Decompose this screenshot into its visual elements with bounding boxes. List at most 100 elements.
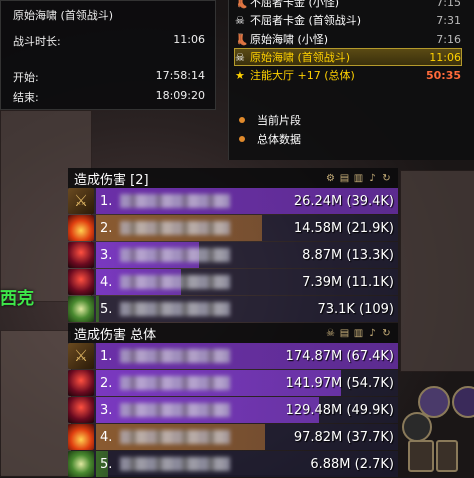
start-value: 17:58:14: [155, 69, 205, 82]
settings-icon[interactable]: ⚙: [325, 173, 336, 184]
encounter-title: 原始海啸 (首领战斗): [13, 9, 114, 22]
rank-number: 4.: [100, 429, 113, 445]
rank-number: 4.: [100, 274, 113, 290]
player-name-blurred: [120, 376, 230, 390]
class-spec-icon: [68, 424, 94, 450]
meter-rows: 1. 174.87M (67.4K) 2. 141.97M (54.7K) 3. 129.…: [68, 343, 398, 477]
player-name-blurred: [120, 349, 230, 363]
meter-toolbar: ⚙ ▤ ▥ ♪ ↻: [325, 173, 392, 184]
rank-number: 1.: [100, 193, 113, 209]
segment-item[interactable]: 👢 原始海啸 (小怪) 7:16: [235, 31, 461, 47]
meter-toolbar: ☠ ▤ ▥ ♪ ↻: [325, 328, 392, 339]
player-name-blurred: [120, 194, 230, 208]
skull-icon: ☠: [235, 51, 245, 64]
damage-value: 6.88M (2.7K): [310, 456, 394, 472]
rank-number: 5.: [100, 456, 113, 472]
minimap-button[interactable]: [402, 412, 432, 442]
duration-label: 战斗时长:: [13, 35, 61, 48]
skull-icon[interactable]: ☠: [325, 328, 336, 339]
player-name-blurred: [120, 302, 230, 316]
meter-row[interactable]: 3. 129.48M (49.9K): [68, 397, 398, 423]
journal-button[interactable]: [408, 440, 434, 472]
rank-number: 2.: [100, 220, 113, 236]
rank-number: 1.: [100, 348, 113, 364]
skull-icon: ☠: [235, 14, 245, 27]
meter-row[interactable]: 3. 8.87M (13.3K): [68, 242, 398, 268]
damage-value: 174.87M (67.4K): [285, 348, 394, 364]
meter-title: 造成伤害 总体: [74, 327, 157, 343]
bullet-icon: [239, 117, 245, 123]
duration-value: 11:06: [173, 33, 205, 46]
class-spec-icon: [68, 215, 94, 241]
class-spec-icon: [68, 296, 94, 322]
bell-icon[interactable]: ♪: [367, 173, 378, 184]
player-name-blurred: [120, 403, 230, 417]
rank-number: 5.: [100, 301, 113, 317]
rank-number: 3.: [100, 247, 113, 263]
damage-meter-overall: 造成伤害 总体 ☠ ▤ ▥ ♪ ↻ 1. 174.87M (67.4K) 2. 141…: [68, 323, 398, 478]
rank-number: 3.: [100, 402, 113, 418]
class-spec-icon: [68, 397, 94, 423]
meter-row[interactable]: 5. 73.1K (109): [68, 296, 398, 322]
damage-meter-current: 造成伤害 [2] ⚙ ▤ ▥ ♪ ↻ 1. 26.24M (39.4K) 2. 14.…: [68, 168, 398, 323]
reset-icon[interactable]: ↻: [381, 328, 392, 339]
background-stone: [400, 170, 474, 372]
end-value: 18:09:20: [155, 89, 205, 102]
document-icon[interactable]: ▤: [339, 328, 350, 339]
player-name-blurred: [120, 430, 230, 444]
meter-title: 造成伤害 [2]: [74, 172, 149, 188]
player-name-blurred: [120, 248, 230, 262]
bell-icon[interactable]: ♪: [367, 328, 378, 339]
boot-icon: 👢: [235, 33, 249, 46]
reset-icon[interactable]: ↻: [381, 173, 392, 184]
damage-value: 97.82M (37.7K): [293, 429, 394, 445]
boot-icon: 👢: [235, 0, 249, 9]
damage-value: 73.1K (109): [317, 301, 394, 317]
class-spec-icon: [68, 242, 94, 268]
meter-header[interactable]: 造成伤害 总体 ☠ ▤ ▥ ♪ ↻: [68, 323, 398, 343]
meter-row[interactable]: 4. 7.39M (11.1K): [68, 269, 398, 295]
duration-row: 战斗时长: 11:06: [13, 33, 205, 49]
segment-item[interactable]: ☠ 不屈者卡金 (首领战斗) 7:31: [235, 12, 461, 28]
end-row: 结束: 18:09:20: [13, 89, 205, 105]
class-spec-icon: [68, 188, 94, 214]
class-spec-icon: [68, 269, 94, 295]
damage-value: 8.87M (13.3K): [302, 247, 394, 263]
player-name-blurred: [120, 457, 230, 471]
zone-name-text: 西克: [0, 289, 34, 309]
damage-bar: [96, 296, 100, 322]
calendar-button[interactable]: [436, 440, 458, 472]
meter-row[interactable]: 2. 141.97M (54.7K): [68, 370, 398, 396]
segment-item-selected[interactable]: ☠ 原始海啸 (首领战斗) 11:06: [234, 48, 462, 66]
encounter-title-row: 原始海啸 (首领战斗): [13, 7, 205, 23]
background-statue: [0, 330, 72, 477]
option-current-segment[interactable]: 当前片段: [239, 112, 301, 128]
option-overall-data[interactable]: 总体数据: [239, 131, 301, 147]
class-spec-icon: [68, 343, 94, 369]
meter-row[interactable]: 1. 174.87M (67.4K): [68, 343, 398, 369]
document-icon[interactable]: ▤: [339, 173, 350, 184]
segment-item-total[interactable]: ★ 注能大厅 +17 (总体) 50:35: [235, 67, 461, 83]
meter-header[interactable]: 造成伤害 [2] ⚙ ▤ ▥ ♪ ↻: [68, 168, 398, 188]
start-row: 开始: 17:58:14: [13, 69, 205, 85]
meter-row[interactable]: 4. 97.82M (37.7K): [68, 424, 398, 450]
meter-row[interactable]: 1. 26.24M (39.4K): [68, 188, 398, 214]
star-icon: ★: [235, 69, 245, 82]
end-label: 结束:: [13, 91, 39, 104]
start-label: 开始:: [13, 71, 39, 84]
segment-item[interactable]: 👢 不屈者卡金 (小怪) 7:15: [235, 0, 461, 10]
meter-row[interactable]: 2. 14.58M (21.9K): [68, 215, 398, 241]
segment-menu: 👢 不屈者卡金 (小怪) 7:15 ☠ 不屈者卡金 (首领战斗) 7:31 👢 …: [228, 0, 474, 160]
player-name-blurred: [120, 275, 230, 289]
report-icon[interactable]: ▥: [353, 328, 364, 339]
class-spec-icon: [68, 370, 94, 396]
meter-rows: 1. 26.24M (39.4K) 2. 14.58M (21.9K) 3. 8.87M …: [68, 188, 398, 322]
damage-value: 26.24M (39.4K): [293, 193, 394, 209]
meter-row[interactable]: 5. 6.88M (2.7K): [68, 451, 398, 477]
damage-value: 141.97M (54.7K): [285, 375, 394, 391]
class-spec-icon: [68, 451, 94, 477]
player-name-blurred: [120, 221, 230, 235]
damage-value: 129.48M (49.9K): [285, 402, 394, 418]
report-icon[interactable]: ▥: [353, 173, 364, 184]
damage-value: 7.39M (11.1K): [302, 274, 394, 290]
